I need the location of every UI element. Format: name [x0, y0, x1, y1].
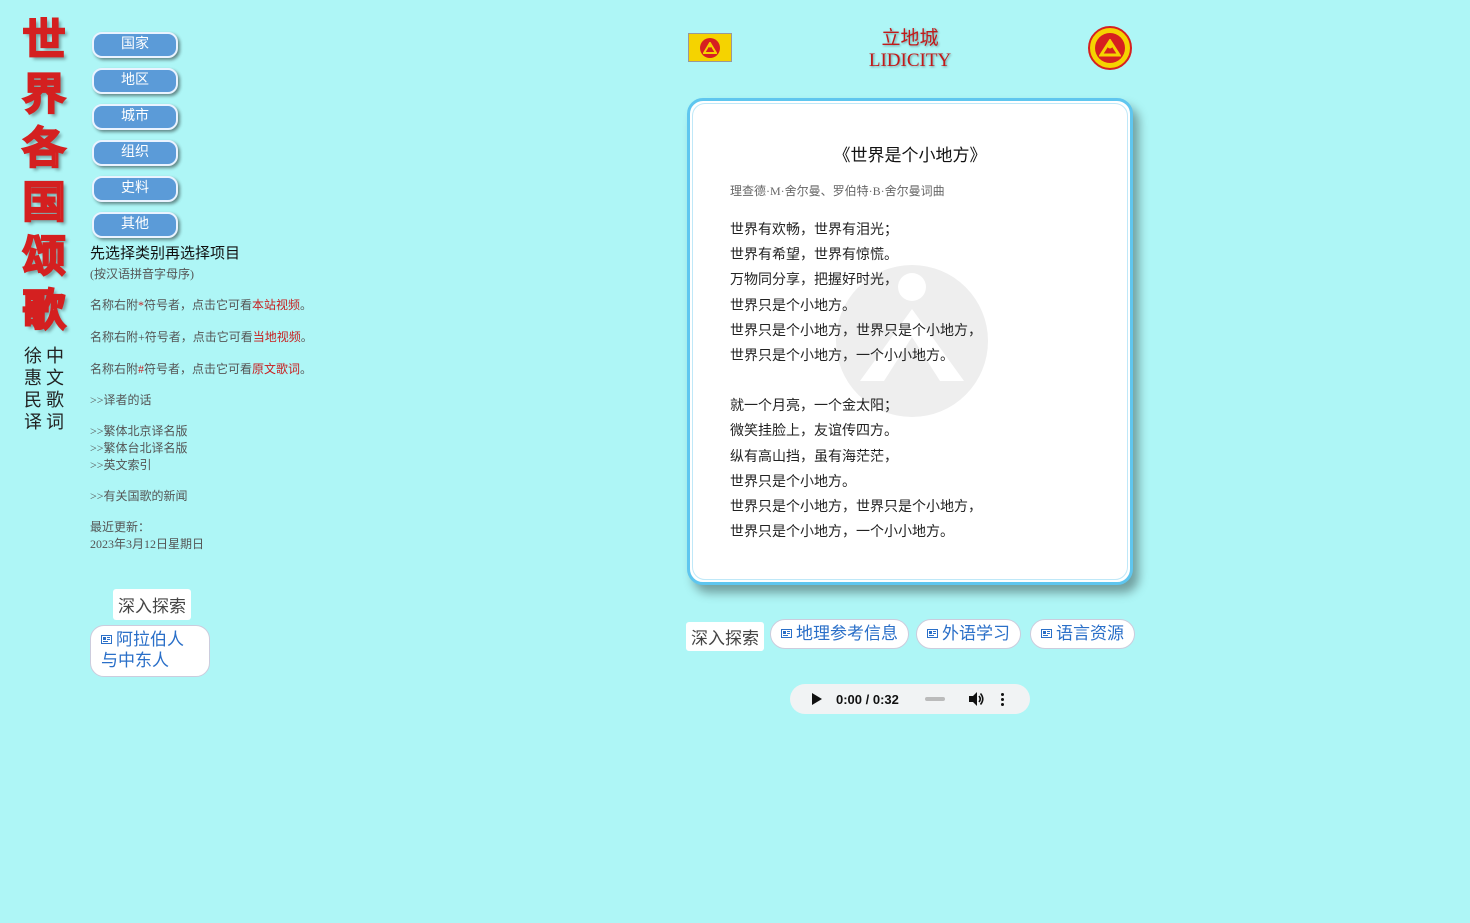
period: 。: [300, 330, 313, 344]
brand-sub-char: 惠: [24, 368, 42, 389]
hint-text: 符号者，点击它可看: [144, 298, 253, 312]
trad-taipei-link[interactable]: >>繁体台北译名版: [90, 440, 350, 457]
site-video-text: 本站视频: [252, 298, 301, 312]
brand-sub-char: 文: [46, 368, 64, 389]
news-icon: [1041, 629, 1052, 638]
lyric-line: 微笑挂脸上，友谊传四方。: [730, 424, 898, 440]
last-updated-date: 2023年3月12日星期日: [90, 537, 205, 551]
trad-beijing-link[interactable]: >>繁体北京译名版: [90, 423, 350, 440]
nav-button-regions[interactable]: 地区: [92, 68, 178, 94]
english-index-link[interactable]: >>英文索引: [90, 457, 350, 474]
last-updated-label: 最近更新：: [90, 520, 151, 534]
category-nav: 国家 地区 城市 组织 史料 其他: [92, 32, 178, 248]
hint-local-video: 名称右附+符号者，点击它可看当地视频。: [90, 328, 350, 346]
brand-subtitle: 中 文 歌 词 徐 惠 民 译: [14, 346, 74, 434]
period: 。: [300, 362, 313, 376]
lyric-line: 就一个月亮，一个金太阳；: [730, 399, 898, 415]
brand-char: 界: [22, 69, 67, 121]
play-icon[interactable]: [812, 693, 822, 705]
pill-label: 语言资源: [1056, 624, 1124, 643]
brand-char: 歌: [22, 285, 67, 337]
period: 。: [300, 298, 313, 312]
brand-char: 国: [22, 177, 67, 229]
lyric-line: 世界有欢畅，世界有泪光；: [730, 223, 898, 238]
lyric-line: 世界只是个小地方，一个小小地方。: [730, 525, 954, 541]
nav-button-history[interactable]: 史料: [92, 176, 178, 202]
info-panel: 先选择类别再选择项目 (按汉语拼音字母序) 名称右附*符号者，点击它可看本站视频…: [90, 244, 350, 553]
hint-text: 名称右附: [90, 298, 139, 312]
pill-label: 外语学习: [942, 624, 1010, 643]
brand-char: 颂: [22, 231, 67, 283]
lyric-line: 世界只是个小地方，世界只是个小地方，: [730, 499, 982, 515]
lyric-line: 纵有高山挡，虽有海茫茫，: [730, 449, 898, 465]
song-credit: 理查德·M·舍尔曼、罗伯特·B·舍尔曼词曲: [730, 184, 945, 198]
site-brand: 世 界 各 国 颂 歌 中 文 歌 词 徐 惠 民 译: [14, 14, 74, 434]
audio-progress-bar[interactable]: [924, 697, 945, 701]
volume-icon[interactable]: [967, 690, 985, 708]
site-name-cn: 立地城: [881, 28, 939, 49]
brand-sub-char: 民: [24, 390, 42, 411]
site-name-en: LIDICITY: [868, 50, 952, 71]
anthem-news-link[interactable]: >>有关国歌的新闻: [90, 488, 350, 505]
topic-link-arabs[interactable]: 阿拉伯人与中东人: [90, 625, 210, 677]
brand-sub-char: 词: [46, 412, 64, 433]
hint-text: 符号者，点击它可看: [144, 362, 253, 376]
audio-time: 0:00 / 0:32: [836, 691, 899, 707]
lyric-line: 世界只是个小地方。: [730, 474, 856, 490]
brand-sub-char: 中: [46, 346, 64, 367]
left-explore-label: 深入探索: [113, 589, 191, 620]
more-options-icon[interactable]: [1000, 692, 1004, 706]
news-icon: [781, 629, 792, 638]
hint-text: 名称右附: [90, 362, 139, 376]
brand-char: 各: [22, 123, 67, 175]
nav-button-other[interactable]: 其他: [92, 212, 178, 238]
language-resources-link[interactable]: 语言资源: [1030, 619, 1135, 649]
lyric-line: 世界有希望，世界有惊慌。: [730, 248, 898, 264]
brand-sub-char: 歌: [46, 390, 64, 411]
brand-char: 世: [22, 15, 67, 67]
instruction-heading: 先选择类别再选择项目: [90, 246, 241, 262]
emblem-icon: [700, 37, 720, 58]
lyrics: 世界有欢畅，世界有泪光； 世界有希望，世界有惊慌。 万物同分享，把握好时光， 世…: [730, 218, 982, 545]
brand-sub-char: 徐: [24, 346, 42, 367]
hint-site-video: 名称右附*符号者，点击它可看本站视频。: [90, 296, 350, 314]
brand-subtitle-right: 中 文 歌 词: [46, 346, 64, 434]
local-video-text: 当地视频: [252, 330, 301, 344]
flag-icon[interactable]: [688, 33, 732, 62]
brand-title: 世 界 各 国 颂 歌: [14, 14, 74, 338]
song-title: 《世界是个小地方》: [833, 146, 987, 165]
brand-subtitle-left: 徐 惠 民 译: [24, 346, 42, 434]
brand-sub-char: 译: [24, 412, 42, 433]
audio-player: 0:00 / 0:32: [790, 684, 1030, 714]
language-learning-link[interactable]: 外语学习: [916, 619, 1021, 649]
lyric-line: 世界只是个小地方，世界只是个小地方，: [730, 323, 982, 339]
explore-label: 深入探索: [686, 622, 764, 651]
original-lyrics-text: 原文歌词: [252, 362, 301, 376]
topic-link-label: 阿拉伯人与中东人: [101, 630, 184, 670]
hint-text: 名称右附+符号者，点击它可看: [90, 330, 253, 344]
geo-reference-link[interactable]: 地理参考信息: [770, 619, 909, 649]
pill-label: 地理参考信息: [796, 624, 898, 643]
nav-button-organizations[interactable]: 组织: [92, 140, 178, 166]
hint-original-lyrics: 名称右附#符号者，点击它可看原文歌词。: [90, 360, 350, 378]
nav-button-countries[interactable]: 国家: [92, 32, 178, 58]
news-icon: [927, 629, 938, 638]
nav-button-cities[interactable]: 城市: [92, 104, 178, 130]
lyric-line: 世界只是个小地方，一个小小地方。: [730, 348, 954, 364]
lyrics-card: 《世界是个小地方》 理查德·M·舍尔曼、罗伯特·B·舍尔曼词曲 世界有欢畅，世界…: [687, 98, 1133, 585]
lyric-line: 万物同分享，把握好时光，: [730, 273, 898, 289]
lyric-line: 世界只是个小地方。: [730, 298, 856, 314]
site-title: 立地城 LIDICITY: [845, 28, 975, 72]
translator-note-link[interactable]: >>译者的话: [90, 392, 350, 409]
news-icon: [101, 635, 112, 644]
site-logo-icon[interactable]: [1088, 26, 1132, 70]
sort-note: (按汉语拼音字母序): [90, 267, 194, 281]
